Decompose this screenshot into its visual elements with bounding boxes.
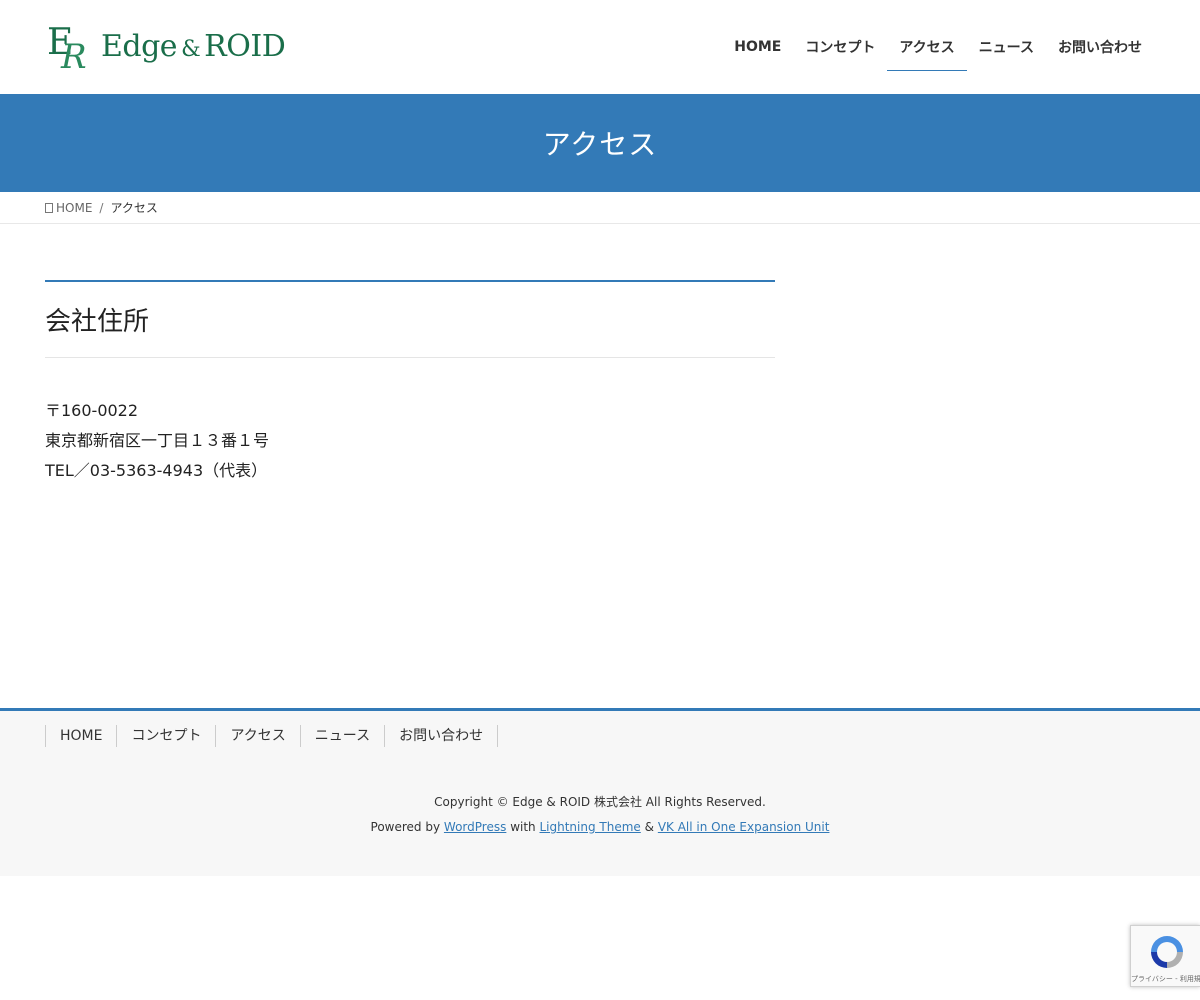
footer-nav-concept[interactable]: コンセプト [116,725,215,747]
main-content: 会社住所 〒160-0022 東京都新宿区一丁目１３番１号 TEL／03-536… [45,280,775,486]
logo-mark-icon: E R [47,22,87,72]
powered-by-label: Powered by [370,820,441,834]
site-logo[interactable]: E R Edge & ROID [45,20,286,72]
page-title: アクセス [542,128,658,161]
lightning-theme-link[interactable]: Lightning Theme [539,820,640,834]
address-block: 〒160-0022 東京都新宿区一丁目１３番１号 TEL／03-5363-494… [45,396,775,486]
nav-item-home[interactable]: HOME [722,0,793,94]
footer-nav-access[interactable]: アクセス [215,725,299,747]
amp-label: & [644,820,654,834]
phone-number: TEL／03-5363-4943（代表） [45,461,268,480]
recaptcha-privacy-terms[interactable]: プライバシー - 利用規約 [1131,974,1200,984]
nav-item-news[interactable]: ニュース [967,0,1046,94]
home-icon [45,202,53,213]
section-heading: 会社住所 [45,280,775,358]
nav-item-contact[interactable]: お問い合わせ [1046,0,1154,94]
global-nav: HOME コンセプト アクセス ニュース お問い合わせ [722,0,1154,94]
svg-text:R: R [60,37,87,72]
footer-nav-home[interactable]: HOME [45,725,116,747]
powered-by-line: Powered by WordPress with Lightning Them… [0,820,1200,834]
breadcrumb-current: アクセス [110,201,158,215]
nav-item-access[interactable]: アクセス [887,0,968,94]
footer-nav-news[interactable]: ニュース [299,725,384,747]
page-header: アクセス [0,94,1200,192]
footer-nav: HOME コンセプト アクセス ニュース お問い合わせ [45,725,499,747]
breadcrumb: HOME / アクセス [0,192,1200,224]
breadcrumb-home-label: HOME [56,200,93,215]
breadcrumb-separator: / [99,200,104,215]
postal-code: 〒160-0022 [45,401,139,420]
nav-item-concept[interactable]: コンセプト [793,0,887,94]
site-header: E R Edge & ROID HOME コンセプト アクセス ニュース お問い合わ… [0,0,1200,94]
street-address: 東京都新宿区一丁目１３番１号 [45,431,270,450]
site-footer: HOME コンセプト アクセス ニュース お問い合わせ Copyright © … [0,708,1200,876]
footer-nav-contact[interactable]: お問い合わせ [384,725,499,747]
recaptcha-icon [1151,936,1183,968]
with-label: with [510,820,536,834]
copyright-text: Copyright © Edge & ROID 株式会社 All Rights … [434,795,766,809]
logo-text: Edge & ROID [101,28,286,64]
breadcrumb-home[interactable]: HOME [45,201,92,215]
vk-expansion-link[interactable]: VK All in One Expansion Unit [658,820,830,834]
wordpress-link[interactable]: WordPress [444,820,506,834]
recaptcha-badge[interactable]: プライバシー - 利用規約 [1130,925,1200,987]
